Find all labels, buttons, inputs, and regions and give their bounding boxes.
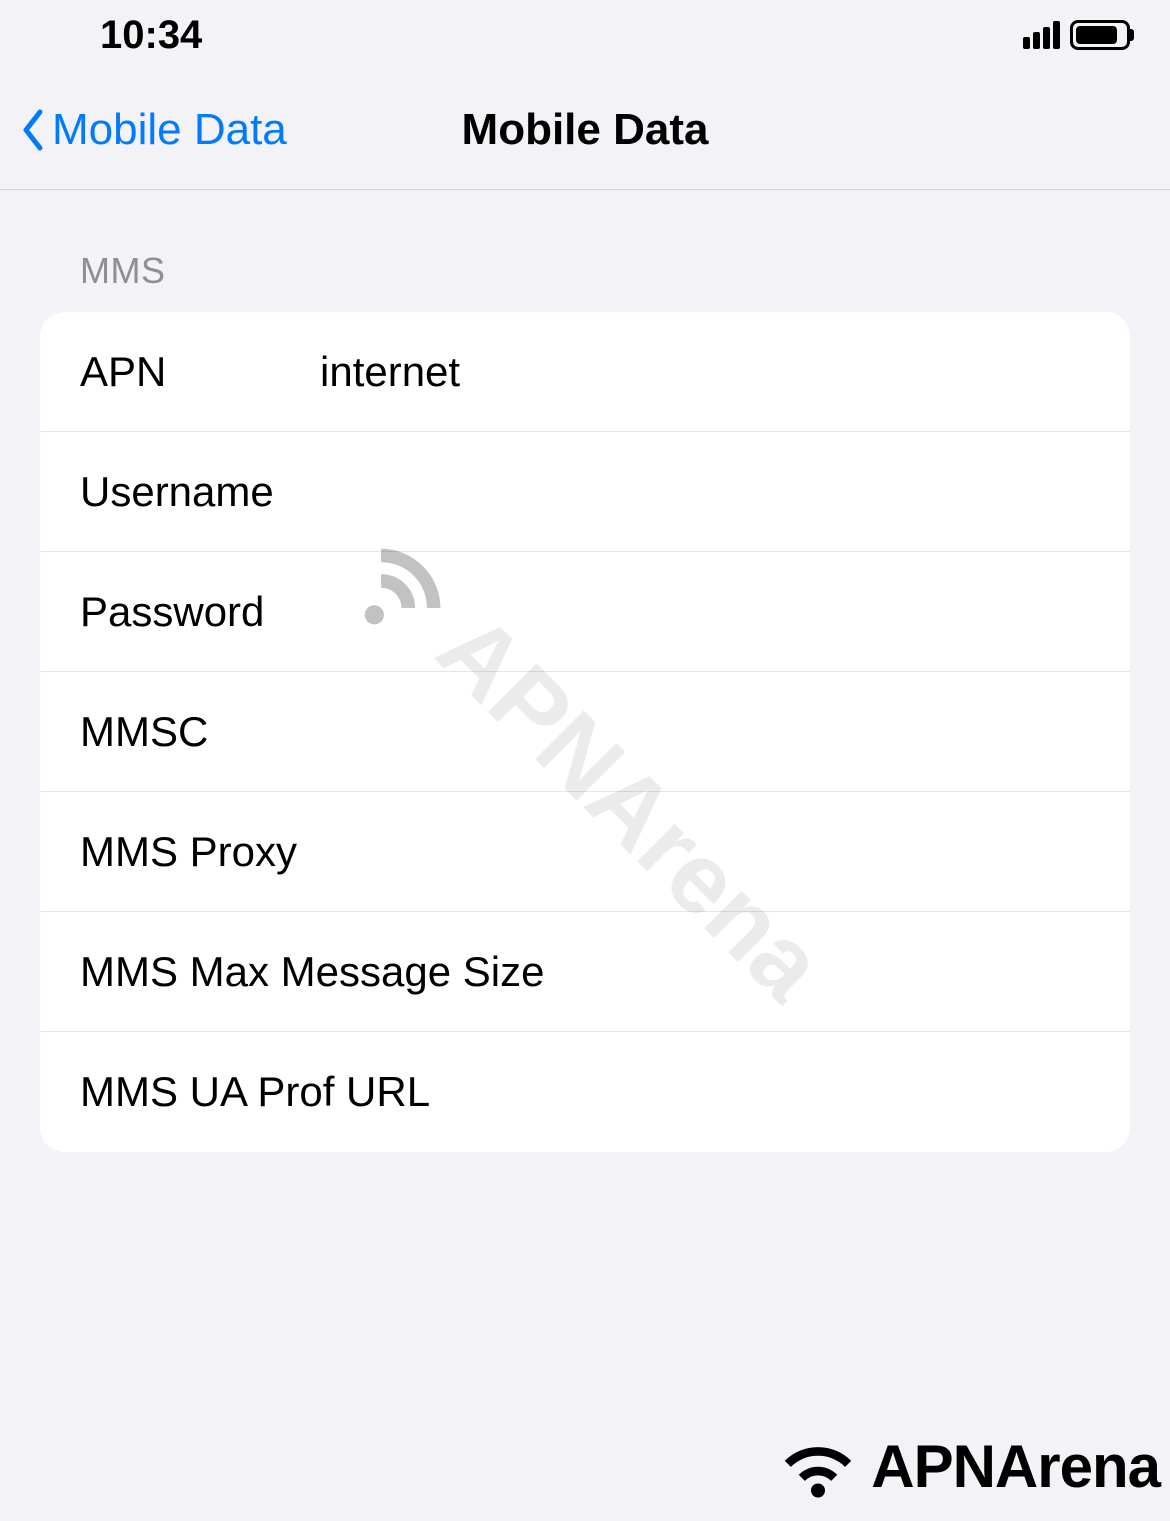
username-input[interactable] xyxy=(320,468,1090,516)
page-title: Mobile Data xyxy=(462,105,709,155)
battery-icon xyxy=(1070,20,1130,50)
navigation-bar: Mobile Data Mobile Data xyxy=(0,70,1170,190)
back-label: Mobile Data xyxy=(52,105,287,155)
mmsc-input[interactable] xyxy=(320,708,1090,756)
status-indicators xyxy=(1023,20,1130,50)
status-bar: 10:34 xyxy=(0,0,1170,70)
apn-row[interactable]: APN xyxy=(40,312,1130,432)
status-time: 10:34 xyxy=(100,13,202,58)
password-input[interactable] xyxy=(320,588,1090,636)
footer-text: APNArena xyxy=(871,1432,1160,1501)
section-header-mms: MMS xyxy=(40,250,1130,312)
footer-logo: APNArena xyxy=(773,1431,1160,1501)
back-button[interactable]: Mobile Data xyxy=(20,105,287,155)
password-label: Password xyxy=(80,588,320,636)
wifi-icon xyxy=(773,1431,863,1501)
username-label: Username xyxy=(80,468,320,516)
mms-settings-group: APN Username Password MMSC MMS Proxy MMS… xyxy=(40,312,1130,1152)
mmsc-label: MMSC xyxy=(80,708,320,756)
mms-proxy-row[interactable]: MMS Proxy xyxy=(40,792,1130,912)
mms-max-size-row[interactable]: MMS Max Message Size xyxy=(40,912,1130,1032)
mms-max-size-label: MMS Max Message Size xyxy=(80,948,1090,996)
mms-ua-prof-label: MMS UA Prof URL xyxy=(80,1068,1090,1116)
content-area: MMS APN Username Password MMSC MMS Proxy… xyxy=(0,190,1170,1152)
mmsc-row[interactable]: MMSC xyxy=(40,672,1130,792)
chevron-left-icon xyxy=(20,108,44,152)
apn-label: APN xyxy=(80,348,320,396)
cellular-signal-icon xyxy=(1023,21,1060,49)
apn-input[interactable] xyxy=(320,348,1090,396)
mms-ua-prof-row[interactable]: MMS UA Prof URL xyxy=(40,1032,1130,1152)
mms-proxy-label: MMS Proxy xyxy=(80,828,1090,876)
password-row[interactable]: Password xyxy=(40,552,1130,672)
username-row[interactable]: Username xyxy=(40,432,1130,552)
